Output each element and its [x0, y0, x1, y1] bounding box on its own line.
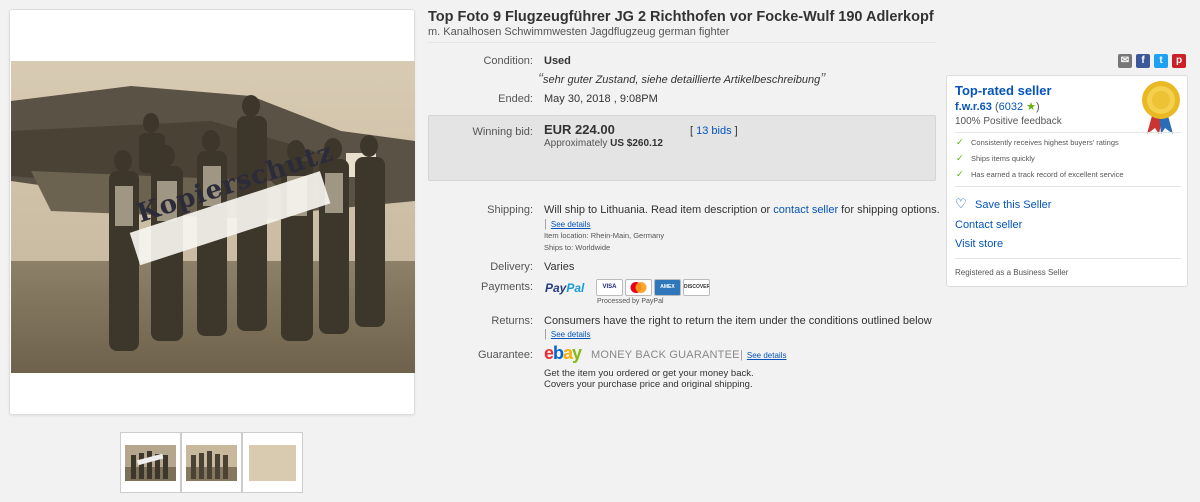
mastercard-card-icon [625, 279, 652, 296]
visa-card-icon: VISA [596, 279, 623, 296]
feedback-score-link[interactable]: 6032 [999, 101, 1023, 113]
shipping-see-details-row: | See details [544, 218, 590, 230]
feature-excellent-service: Has earned a track record of excellent s… [971, 170, 1124, 179]
guarantee-see-details-link[interactable]: See details [747, 351, 787, 360]
approx-value: US $260.12 [610, 138, 663, 149]
thumbnail-3[interactable] [242, 432, 303, 493]
ebay-a: a [563, 343, 573, 363]
shipping-text: Will ship to Lithuania. Read item descri… [544, 204, 940, 216]
returns-see-details-row: | See details [544, 328, 590, 340]
pinterest-icon[interactable]: p [1172, 54, 1186, 68]
amex-card-icon: AMEX [654, 279, 681, 296]
item-title: Top Foto 9 Flugzeugführer JG 2 Richthofe… [428, 9, 934, 25]
item-location-label: Item location: [544, 231, 589, 240]
thumbnail-3-image [247, 437, 298, 488]
shipping-see-details-link[interactable]: See details [551, 220, 591, 229]
item-subtitle: m. Kanalhosen Schwimmwesten Jagdflugzeug… [428, 26, 730, 38]
email-icon[interactable]: ✉ [1118, 54, 1132, 68]
returns-text: Consumers have the right to return the i… [544, 315, 932, 327]
ebay-b: b [553, 343, 564, 363]
winning-bid-label: Winning bid: [472, 126, 533, 138]
condition-note-text: sehr guter Zustand, siehe detaillierte A… [543, 74, 821, 86]
guarantee-see-details-row: | See details [740, 349, 786, 361]
save-seller-link[interactable]: Save this Seller [975, 199, 1051, 211]
discover-card-icon: DISCOVER [683, 279, 710, 296]
separator-bar: | [544, 218, 547, 230]
star-icon: ★ [1026, 101, 1037, 113]
positive-feedback: 100% Positive feedback [955, 116, 1062, 127]
check-icon: ✓ [956, 169, 964, 179]
thumbnail-1[interactable] [120, 432, 181, 493]
ebay-logo: ebay [544, 343, 582, 364]
ebay-y: y [572, 343, 582, 363]
seller-separator-3 [955, 258, 1181, 259]
item-photo[interactable]: Kopierschutz [11, 61, 415, 373]
mastercard-circles [630, 282, 647, 293]
guarantee-label: Guarantee: [477, 349, 533, 361]
feedback-close: ) [1036, 101, 1040, 113]
shipping-text-after: for shipping options. [841, 204, 940, 216]
bracket-close: ] [734, 125, 738, 137]
money-back-guarantee: MONEY BACK GUARANTEE [591, 349, 740, 361]
condition-note: “sehr guter Zustand, siehe detaillierte … [538, 70, 825, 87]
delivery-value: Varies [544, 261, 575, 273]
ships-to-value: Worldwide [575, 243, 611, 252]
seller-separator-2 [955, 186, 1181, 187]
check-icon: ✓ [956, 153, 964, 163]
thumbnail-2-image [186, 437, 237, 488]
check-icon: ✓ [956, 137, 964, 147]
ended-label: Ended: [498, 93, 533, 105]
seller-username-link[interactable]: f.w.r.63 [955, 101, 992, 113]
winning-bid-panel [428, 115, 936, 181]
item-photo-image [11, 61, 415, 373]
condition-label: Condition: [483, 55, 533, 67]
bids-link[interactable]: 13 bids [696, 125, 731, 137]
business-seller-note: Registered as a Business Seller [955, 268, 1069, 277]
ships-to: Ships to: Worldwide [544, 243, 610, 252]
guarantee-line-1: Get the item you ordered or get your mon… [544, 368, 754, 379]
guarantee-line-2: Covers your purchase price and original … [544, 379, 753, 390]
feature-ships-quickly: Ships items quickly [971, 154, 1035, 163]
title-divider [428, 42, 936, 43]
winning-bid-approx: Approximately US $260.12 [544, 138, 663, 149]
seller-identity: f.w.r.63 (6032 ★) [955, 100, 1040, 113]
paypal-pal: Pal [566, 281, 585, 295]
separator-bar: | [544, 328, 547, 340]
item-location-value: Rhein-Main, Germany [590, 231, 665, 240]
paypal-pay: Pay [545, 281, 567, 295]
bracket-open: [ [690, 125, 694, 137]
top-rated-medal-icon [1142, 81, 1180, 134]
separator-bar: | [740, 349, 743, 361]
twitter-icon[interactable]: t [1154, 54, 1168, 68]
approx-prefix: Approximately [544, 138, 608, 149]
seller-separator-1 [955, 132, 1181, 133]
seller-info-panel: Top-rated seller f.w.r.63 (6032 ★) 100% … [946, 75, 1188, 287]
shipping-text-before: Will ship to Lithuania. Read item descri… [544, 204, 771, 216]
paypal-logo: PayPal [545, 281, 584, 295]
returns-label: Returns: [491, 315, 533, 327]
feature-highest-ratings: Consistently receives highest buyers' ra… [971, 138, 1119, 147]
bid-count: [ 13 bids ] [690, 125, 738, 137]
item-location: Item location: Rhein-Main, Germany [544, 231, 664, 240]
processed-by-paypal: Processed by PayPal [597, 298, 664, 305]
ended-value: May 30, 2018 , 9:08PM [544, 93, 658, 105]
visit-store-link[interactable]: Visit store [955, 238, 1003, 250]
thumbnail-1-image [125, 437, 176, 488]
shipping-label: Shipping: [487, 204, 533, 216]
ships-to-label: Ships to: [544, 243, 574, 252]
heart-icon[interactable]: ♡ [955, 196, 967, 212]
ebay-e: e [544, 343, 554, 363]
contact-seller-link[interactable]: contact seller [773, 204, 838, 216]
payments-label: Payments: [481, 281, 533, 293]
thumbnail-2[interactable] [181, 432, 242, 493]
delivery-label: Delivery: [490, 261, 533, 273]
contact-seller-button[interactable]: Contact seller [955, 219, 1022, 231]
returns-see-details-link[interactable]: See details [551, 330, 591, 339]
winning-bid-amount: EUR 224.00 [544, 122, 615, 137]
main-image-panel[interactable]: Kopierschutz [9, 9, 415, 415]
top-rated-seller-title: Top-rated seller [955, 83, 1052, 98]
quote-close: ” [820, 70, 826, 87]
condition-value: Used [544, 55, 571, 67]
facebook-icon[interactable]: f [1136, 54, 1150, 68]
